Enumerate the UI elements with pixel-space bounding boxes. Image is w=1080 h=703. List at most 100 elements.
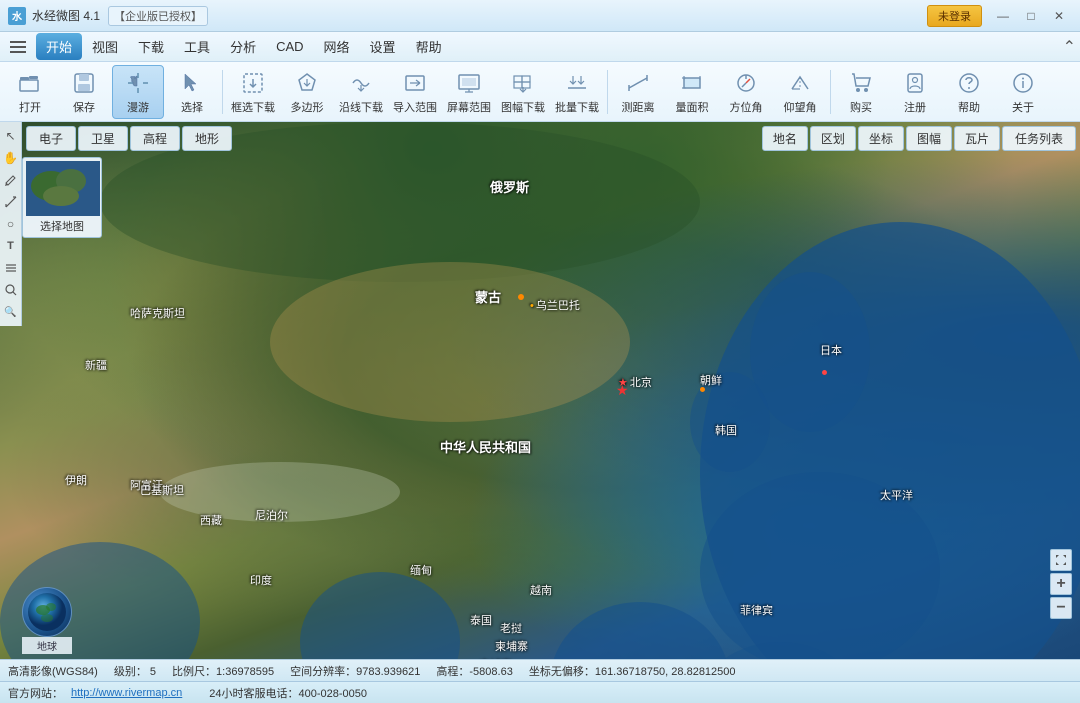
register-label: 注册	[904, 99, 926, 115]
frame-width-label: 图幅下载	[501, 99, 545, 115]
map-tab-electron[interactable]: 电子	[26, 126, 76, 151]
hamburger-menu[interactable]	[4, 33, 32, 61]
toolbar-select[interactable]: 选择	[166, 65, 218, 119]
toolbar-tilt[interactable]: 仰望角	[774, 65, 826, 119]
lt-zoom[interactable]	[1, 280, 21, 300]
status-bar-2: 官方网站： http://www.rivermap.cn 24小时客服电话：40…	[0, 681, 1080, 703]
measure-dist-icon	[624, 69, 652, 97]
lt-pencil[interactable]	[1, 170, 21, 190]
map-tab-satellite[interactable]: 卫星	[78, 126, 128, 151]
batch-download-icon	[563, 69, 591, 97]
toolbar-line-download[interactable]: 沿线下载	[335, 65, 387, 119]
lt-pan[interactable]: ✋	[1, 148, 21, 168]
collapse-arrow[interactable]: ⌃	[1063, 39, 1076, 56]
minimize-button[interactable]: —	[990, 6, 1016, 26]
toolbar-frame-download[interactable]: 框选下载	[227, 65, 279, 119]
toolbar-open[interactable]: 打开	[4, 65, 56, 119]
toolbar-register[interactable]: 注册	[889, 65, 941, 119]
map-selector-label: 选择地图	[26, 218, 98, 234]
toolbar-screen-range[interactable]: 屏幕范围	[443, 65, 495, 119]
right-tab-mapframe[interactable]: 图幅	[906, 126, 952, 151]
select-label: 选择	[181, 99, 203, 115]
screen-range-label: 屏幕范围	[447, 99, 491, 115]
toolbar: 打开 保存 漫游 选择 框选下载 多边形 沿线下载	[0, 62, 1080, 122]
right-tab-placename[interactable]: 地名	[762, 126, 808, 151]
maximize-button[interactable]: □	[1018, 6, 1044, 26]
right-tab-coordinate[interactable]: 坐标	[858, 126, 904, 151]
menu-item-cad[interactable]: CAD	[266, 35, 313, 58]
menu-item-tools[interactable]: 工具	[174, 33, 220, 60]
image-type: 高清影像(WGS84)	[8, 663, 98, 679]
lt-layers[interactable]	[1, 258, 21, 278]
buy-label: 购买	[850, 99, 872, 115]
map-thumb-preview	[26, 161, 100, 216]
menu-item-help[interactable]: 帮助	[406, 33, 452, 60]
toolbar-save[interactable]: 保存	[58, 65, 110, 119]
globe-widget[interactable]: 地球	[22, 587, 72, 654]
title-badge: 【企业版已授权】	[108, 6, 208, 26]
menu-item-network[interactable]: 网络	[314, 33, 360, 60]
map-type-tabs: 电子 卫星 高程 地形	[22, 122, 236, 155]
map-expand-btn[interactable]	[1050, 549, 1072, 571]
lt-text[interactable]: T	[1, 236, 21, 256]
screen-range-icon	[455, 69, 483, 97]
toolbar-measure-dist[interactable]: 测距离	[612, 65, 664, 119]
website-link[interactable]: http://www.rivermap.cn	[71, 687, 182, 699]
lt-arrow[interactable]: ↖	[1, 126, 21, 146]
window-controls: — □ ✕	[990, 6, 1072, 26]
right-tab-tile[interactable]: 瓦片	[954, 126, 1000, 151]
open-label: 打开	[19, 99, 41, 115]
pan-icon	[124, 69, 152, 97]
save-label: 保存	[73, 99, 95, 115]
map-tab-elevation[interactable]: 高程	[130, 126, 180, 151]
line-download-icon	[347, 69, 375, 97]
tilt-icon	[786, 69, 814, 97]
lt-zoom-out[interactable]: 🔍	[1, 302, 21, 322]
globe-label: 地球	[22, 637, 72, 654]
lt-measure[interactable]	[1, 192, 21, 212]
toolbar-batch-download[interactable]: 批量下载	[551, 65, 603, 119]
toolbar-buy[interactable]: 购买	[835, 65, 887, 119]
right-tab-district[interactable]: 区划	[810, 126, 856, 151]
title-bar: 水 水经微图 4.1 【企业版已授权】 未登录 — □ ✕	[0, 0, 1080, 32]
globe-sphere	[22, 587, 72, 637]
menu-item-view[interactable]: 视图	[82, 33, 128, 60]
title-text: 水经微图 4.1 【企业版已授权】	[32, 6, 208, 26]
toolbar-measure-area[interactable]: 量面积	[666, 65, 718, 119]
lt-circle[interactable]: ○	[1, 214, 21, 234]
map-zoom-out-btn[interactable]: −	[1050, 597, 1072, 619]
close-button[interactable]: ✕	[1046, 6, 1072, 26]
toolbar-polygon[interactable]: 多边形	[281, 65, 333, 119]
left-toolbar: ↖ ✋ ○ T 🔍	[0, 122, 22, 326]
toolbar-bearing[interactable]: 方位角	[720, 65, 772, 119]
right-tabs: 地名 区划 坐标 图幅 瓦片 任务列表	[758, 122, 1080, 155]
toolbar-import-range[interactable]: 导入范围	[389, 65, 441, 119]
menu-item-settings[interactable]: 设置	[360, 33, 406, 60]
toolbar-frame-width[interactable]: 图幅下载	[497, 65, 549, 119]
toolbar-pan[interactable]: 漫游	[112, 65, 164, 119]
measure-area-icon	[678, 69, 706, 97]
select-icon	[178, 69, 206, 97]
help-label: 帮助	[958, 99, 980, 115]
polygon-label: 多边形	[291, 99, 324, 115]
menu-item-home[interactable]: 开始	[36, 33, 82, 60]
about-label: 关于	[1012, 99, 1034, 115]
separator-1	[222, 70, 223, 114]
menu-item-download[interactable]: 下载	[128, 33, 174, 60]
bearing-label: 方位角	[730, 99, 763, 115]
bearing-icon	[732, 69, 760, 97]
toolbar-help[interactable]: 帮助	[943, 65, 995, 119]
map-tab-terrain[interactable]: 地形	[182, 126, 232, 151]
separator-2	[607, 70, 608, 114]
menu-item-analysis[interactable]: 分析	[220, 33, 266, 60]
save-icon	[70, 69, 98, 97]
buy-icon	[847, 69, 875, 97]
map-zoom-in-btn[interactable]: +	[1050, 573, 1072, 595]
login-button[interactable]: 未登录	[927, 5, 982, 27]
task-panel-button[interactable]: 任务列表	[1002, 126, 1076, 151]
app-icon: 水	[8, 7, 26, 25]
map-area[interactable]: ↖ ✋ ○ T 🔍 电子 卫星 高程 地形	[0, 122, 1080, 659]
import-range-label: 导入范围	[393, 99, 437, 115]
map-selector[interactable]: 选择地图	[22, 157, 102, 238]
toolbar-about[interactable]: 关于	[997, 65, 1049, 119]
